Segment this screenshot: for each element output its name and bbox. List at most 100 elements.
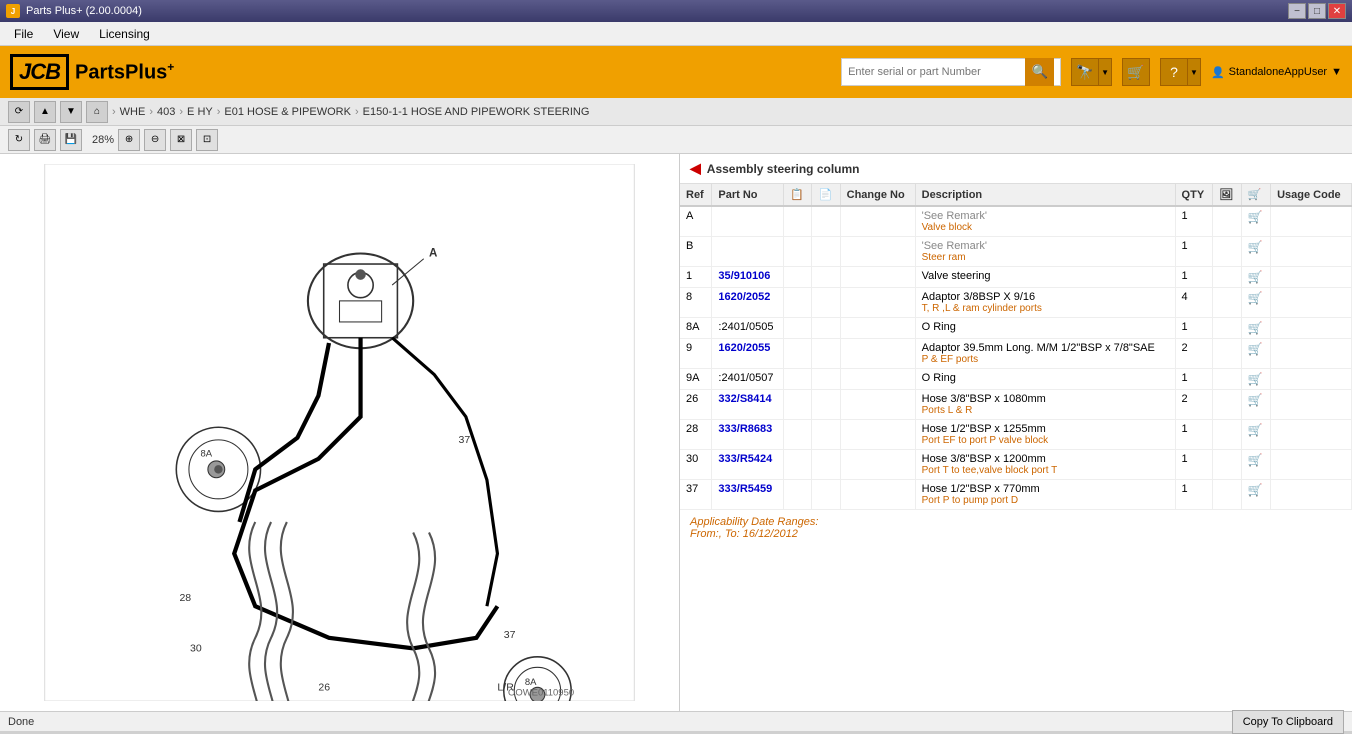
cell-icon2: [812, 420, 840, 450]
col-changeno: Change No: [840, 184, 915, 206]
part-no-text[interactable]: 1620/2052: [718, 291, 770, 303]
up-button[interactable]: ▲: [34, 101, 56, 123]
cell-cart[interactable]: 🛒: [1241, 267, 1271, 288]
cell-cart[interactable]: 🛒: [1241, 206, 1271, 237]
table-row: 135/910106Valve steering1🛒: [680, 267, 1352, 288]
maximize-button[interactable]: □: [1308, 3, 1326, 19]
jcb-logo: JCB: [10, 54, 69, 90]
title-bar: J Parts Plus+ (2.00.0004) − □ ✕: [0, 0, 1352, 22]
app-name: PartsPlus+: [75, 60, 174, 85]
add-to-cart-icon[interactable]: 🛒: [1248, 453, 1263, 467]
assembly-arrow-icon: ◀: [690, 160, 701, 177]
search-input[interactable]: [848, 66, 1025, 78]
cell-icon2: [812, 339, 840, 369]
part-no-link[interactable]: 332/S8414: [718, 393, 771, 405]
help-icon[interactable]: ?: [1160, 58, 1188, 86]
cell-partno: [712, 237, 784, 267]
breadcrumb-e01[interactable]: E01 HOSE & PIPEWORK: [224, 106, 351, 118]
print-tool[interactable]: 🖨: [34, 129, 56, 151]
cell-cart[interactable]: 🛒: [1241, 420, 1271, 450]
desc-main: Hose 1/2"BSP x 1255mm: [922, 423, 1169, 435]
cell-icon1: [784, 420, 812, 450]
cell-cart[interactable]: 🛒: [1241, 450, 1271, 480]
add-to-cart-icon[interactable]: 🛒: [1248, 393, 1263, 407]
part-no-text[interactable]: 1620/2055: [718, 342, 770, 354]
back-button[interactable]: ⟳: [8, 101, 30, 123]
help-dropdown[interactable]: ▼: [1188, 58, 1201, 86]
cell-cart[interactable]: 🛒: [1241, 288, 1271, 318]
part-no-link[interactable]: 35/910106: [718, 270, 770, 282]
add-to-cart-icon[interactable]: 🛒: [1248, 423, 1263, 437]
cell-partno[interactable]: 1620/2055: [712, 339, 784, 369]
part-no-link[interactable]: 333/R5424: [718, 453, 772, 465]
add-to-cart-icon[interactable]: 🛒: [1248, 342, 1263, 356]
zoom-in-tool[interactable]: ⊕: [118, 129, 140, 151]
zoom-reset-tool[interactable]: ⊡: [196, 129, 218, 151]
cell-cart[interactable]: 🛒: [1241, 318, 1271, 339]
cart-icon[interactable]: 🛒: [1122, 58, 1150, 86]
cell-qty: 1: [1175, 237, 1213, 267]
cell-cart[interactable]: 🛒: [1241, 369, 1271, 390]
menu-file[interactable]: File: [6, 25, 41, 43]
add-to-cart-icon[interactable]: 🛒: [1248, 372, 1263, 386]
cell-usagecode: [1271, 206, 1352, 237]
refresh-tool[interactable]: ↻: [8, 129, 30, 151]
diagram-pane: A 8A T 8A P/E 9A 9: [0, 154, 680, 711]
main-content: A 8A T 8A P/E 9A 9: [0, 154, 1352, 711]
cell-img-icon: [1213, 288, 1241, 318]
cell-partno[interactable]: :2401/0505: [712, 318, 784, 339]
save-tool[interactable]: 💾: [60, 129, 82, 151]
table-row: 9A:2401/0507O Ring1🛒: [680, 369, 1352, 390]
breadcrumb-403[interactable]: 403: [157, 106, 175, 118]
svg-text:8A: 8A: [525, 677, 537, 688]
home-button[interactable]: ⌂: [86, 101, 108, 123]
add-to-cart-icon[interactable]: 🛒: [1248, 321, 1263, 335]
cell-ref: 8A: [680, 318, 712, 339]
menu-licensing[interactable]: Licensing: [91, 25, 158, 43]
close-button[interactable]: ✕: [1328, 3, 1346, 19]
app-icon: J: [6, 4, 20, 18]
cell-cart[interactable]: 🛒: [1241, 237, 1271, 267]
binoculars-icon[interactable]: 🔭: [1071, 58, 1099, 86]
cell-usagecode: [1271, 420, 1352, 450]
user-dropdown-arrow[interactable]: ▼: [1331, 66, 1342, 78]
cell-cart[interactable]: 🛒: [1241, 390, 1271, 420]
cell-cart[interactable]: 🛒: [1241, 339, 1271, 369]
col-usagecode: Usage Code: [1271, 184, 1352, 206]
user-button[interactable]: 👤 StandaloneAppUser ▼: [1211, 66, 1342, 79]
add-to-cart-icon[interactable]: 🛒: [1248, 270, 1263, 284]
search-button[interactable]: 🔍: [1025, 58, 1054, 86]
breadcrumb-e150[interactable]: E150-1-1 HOSE AND PIPEWORK STEERING: [363, 106, 590, 118]
zoom-fit-tool[interactable]: ⊠: [170, 129, 192, 151]
cell-icon2: [812, 267, 840, 288]
cell-cart[interactable]: 🛒: [1241, 480, 1271, 510]
cell-partno[interactable]: 35/910106: [712, 267, 784, 288]
down-button[interactable]: ▼: [60, 101, 82, 123]
part-no-link[interactable]: 333/R8683: [718, 423, 772, 435]
menu-view[interactable]: View: [45, 25, 87, 43]
cell-partno[interactable]: 332/S8414: [712, 390, 784, 420]
cell-ref: 9: [680, 339, 712, 369]
cell-partno[interactable]: 1620/2052: [712, 288, 784, 318]
breadcrumb-ehy[interactable]: E HY: [187, 106, 213, 118]
binoculars-btn-group[interactable]: 🔭 ▼: [1071, 58, 1112, 86]
zoom-out-tool[interactable]: ⊖: [144, 129, 166, 151]
cell-partno[interactable]: 333/R5459: [712, 480, 784, 510]
add-to-cart-icon[interactable]: 🛒: [1248, 483, 1263, 497]
breadcrumb-whe[interactable]: WHE: [120, 106, 146, 118]
add-to-cart-icon[interactable]: 🛒: [1248, 240, 1263, 254]
add-to-cart-icon[interactable]: 🛒: [1248, 210, 1263, 224]
cell-changeno: [840, 288, 915, 318]
part-no-link[interactable]: 333/R5459: [718, 483, 772, 495]
cell-partno[interactable]: 333/R8683: [712, 420, 784, 450]
desc-sub: Port P to pump port D: [922, 495, 1169, 506]
copy-clipboard-button[interactable]: Copy To Clipboard: [1232, 710, 1344, 734]
minimize-button[interactable]: −: [1288, 3, 1306, 19]
cell-partno[interactable]: 333/R5424: [712, 450, 784, 480]
cell-qty: 1: [1175, 450, 1213, 480]
binoculars-dropdown[interactable]: ▼: [1099, 58, 1112, 86]
help-btn-group[interactable]: ? ▼: [1160, 58, 1201, 86]
cell-changeno: [840, 450, 915, 480]
add-to-cart-icon[interactable]: 🛒: [1248, 291, 1263, 305]
cell-partno[interactable]: :2401/0507: [712, 369, 784, 390]
